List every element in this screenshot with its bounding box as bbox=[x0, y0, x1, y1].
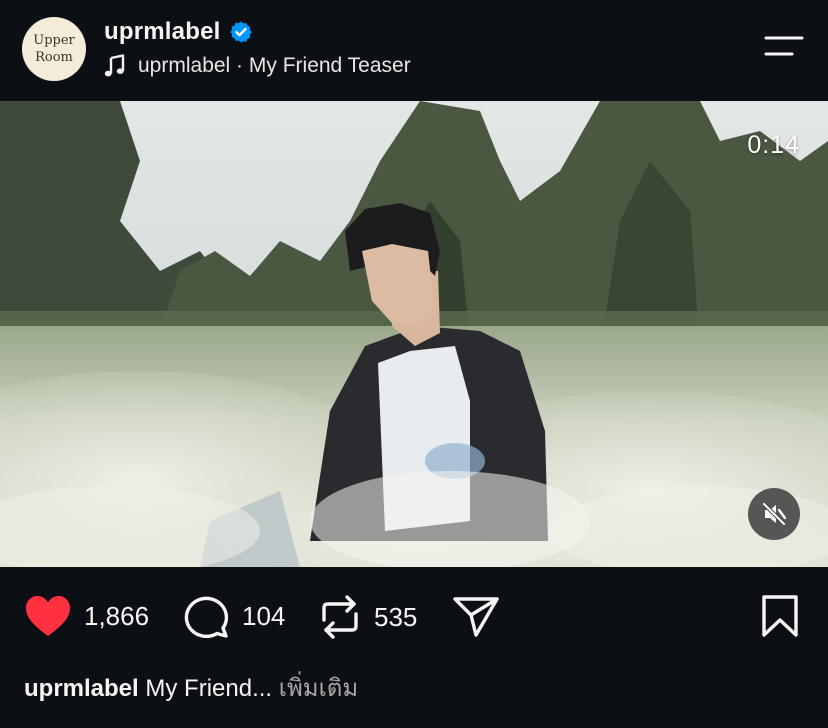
share-icon bbox=[453, 597, 499, 637]
like-count: 1,866 bbox=[84, 600, 150, 631]
comment-icon bbox=[184, 596, 229, 638]
video-frame bbox=[0, 101, 828, 567]
post-header: Upper Room uprmlabel uprmlabel · My Frie… bbox=[0, 0, 828, 101]
mute-button[interactable] bbox=[748, 488, 800, 540]
comment-count: 104 bbox=[242, 600, 286, 631]
bookmark-icon bbox=[762, 595, 798, 637]
caption-text: My Friend... bbox=[145, 675, 273, 702]
comment-button[interactable]: 104 bbox=[184, 594, 285, 638]
username-row: uprmlabel bbox=[104, 18, 253, 46]
verified-badge-icon bbox=[229, 21, 252, 43]
post-caption: uprmlabel My Friend... เพิ่มเติม bbox=[24, 668, 358, 707]
video-player[interactable]: 0:14 bbox=[0, 101, 828, 567]
avatar-text-line2: Room bbox=[35, 50, 73, 65]
bookmark-button[interactable] bbox=[760, 594, 800, 643]
menu-icon[interactable] bbox=[764, 34, 804, 58]
muted-speaker-icon bbox=[762, 502, 787, 526]
audio-row[interactable]: uprmlabel · My Friend Teaser bbox=[104, 54, 411, 78]
username[interactable]: uprmlabel bbox=[104, 18, 221, 46]
video-timestamp: 0:14 bbox=[747, 131, 800, 159]
heart-icon bbox=[26, 596, 70, 636]
repost-button[interactable]: 535 bbox=[318, 594, 417, 640]
audio-label: uprmlabel · My Friend Teaser bbox=[138, 54, 411, 77]
avatar[interactable]: Upper Room bbox=[22, 17, 86, 81]
like-button[interactable]: 1,866 bbox=[24, 594, 149, 638]
repost-count: 535 bbox=[374, 601, 418, 632]
share-button[interactable] bbox=[452, 594, 500, 638]
avatar-text-line1: Upper bbox=[33, 33, 75, 48]
action-bar: 1,866 104 535 bbox=[0, 567, 828, 662]
music-note-icon bbox=[104, 54, 125, 77]
more-link[interactable]: เพิ่มเติม bbox=[279, 675, 358, 702]
repost-icon bbox=[322, 595, 358, 639]
caption-username[interactable]: uprmlabel bbox=[24, 675, 139, 702]
